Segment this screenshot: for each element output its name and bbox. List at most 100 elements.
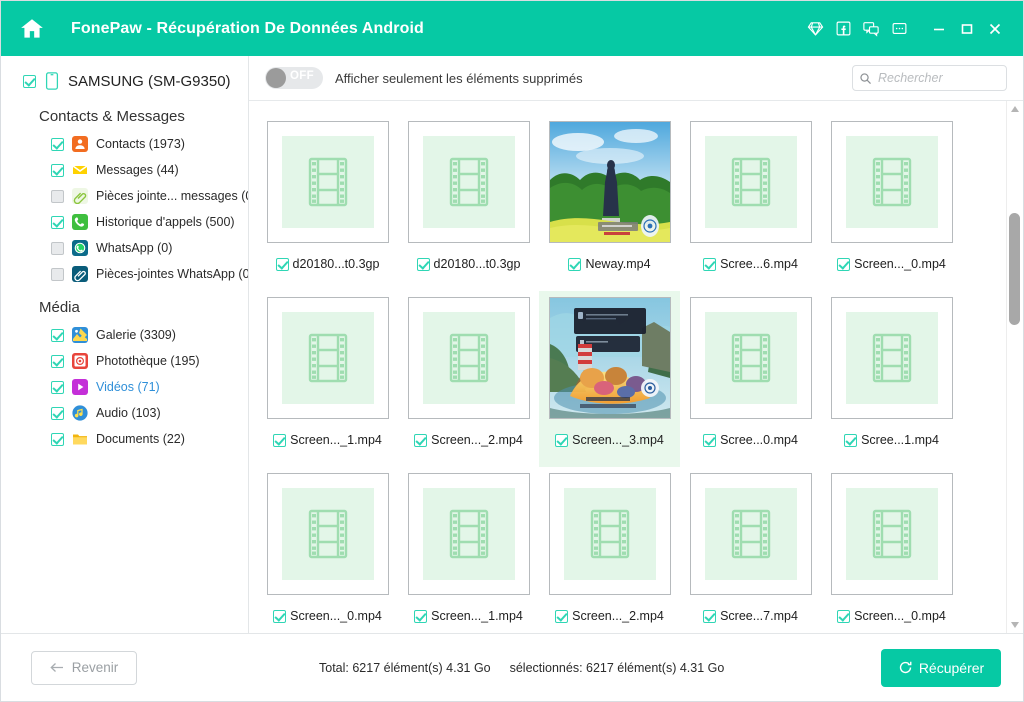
thumbnail-cell[interactable]: Scree...0.mp4 [680, 291, 821, 467]
home-icon[interactable] [19, 16, 45, 42]
video-placeholder-thumbnail[interactable] [830, 473, 953, 595]
recover-button[interactable]: Récupérer [881, 648, 1001, 687]
thumbnail-caption: Scree...1.mp4 [844, 433, 939, 447]
thumbnail-cell[interactable]: d20180...t0.3gp [398, 115, 539, 291]
thumbnail-checkbox[interactable] [555, 433, 569, 447]
thumbnail-caption: Scree...0.mp4 [703, 433, 798, 447]
sidebar-item-1[interactable]: Galerie (3309) [1, 322, 248, 348]
thumbnail-checkbox[interactable] [414, 433, 428, 447]
video-placeholder-thumbnail[interactable] [830, 121, 953, 243]
thumbnail-checkbox[interactable] [703, 433, 717, 447]
thumbnail-cell[interactable]: Screen..._0.mp4 [821, 115, 962, 291]
search-box[interactable] [852, 65, 1007, 91]
sidebar-item-6[interactable]: Pièces-jointes WhatsApp (0) [1, 261, 248, 287]
sidebar-item-2[interactable]: Messages (44) [1, 157, 248, 183]
video-placeholder-thumbnail[interactable] [407, 473, 530, 595]
scrollbar-thumb[interactable] [1009, 213, 1020, 325]
sidebar-item-checkbox[interactable] [51, 241, 64, 255]
video-placeholder-thumbnail[interactable] [407, 121, 530, 243]
thumbnail-cell[interactable]: Neway.mp4 [539, 115, 680, 291]
gallery-icon [72, 327, 88, 343]
grid-scrollbar[interactable] [1006, 101, 1021, 633]
thumbnail-cell[interactable]: d20180...t0.3gp [257, 115, 398, 291]
thumbnail-cell[interactable]: Scree...7.mp4 [680, 467, 821, 633]
thumbnail-checkbox[interactable] [837, 257, 851, 271]
more-icon[interactable] [885, 14, 913, 44]
thumbnail-checkbox[interactable] [414, 609, 428, 623]
scroll-up-arrow-icon[interactable] [1007, 101, 1022, 117]
video-preview-thumbnail[interactable] [548, 297, 671, 419]
sidebar-item-checkbox[interactable] [51, 267, 64, 281]
film-strip-icon [422, 488, 515, 580]
minimize-button[interactable] [925, 14, 953, 44]
sidebar-item-checkbox[interactable] [51, 163, 64, 177]
sidebar-item-checkbox[interactable] [51, 137, 64, 151]
thumbnail-filename: Screen..._0.mp4 [854, 609, 946, 623]
sidebar-item-1[interactable]: Contacts (1973) [1, 131, 248, 157]
video-placeholder-thumbnail[interactable] [266, 297, 389, 419]
messages-icon [72, 162, 88, 178]
sidebar-item-4[interactable]: Historique d'appels (500) [1, 209, 248, 235]
thumbnail-checkbox[interactable] [568, 257, 582, 271]
sidebar-item-3[interactable]: Vidéos (71) [1, 374, 248, 400]
thumbnail-cell[interactable]: Screen..._1.mp4 [257, 291, 398, 467]
video-placeholder-thumbnail[interactable] [548, 473, 671, 595]
close-button[interactable] [981, 14, 1009, 44]
thumbnail-cell[interactable]: Screen..._0.mp4 [821, 467, 962, 633]
sidebar-group-title: Contacts & Messages [39, 108, 185, 125]
application-window: FonePaw - Récupération De Données Androi… [0, 0, 1024, 702]
thumbnail-cell[interactable]: Screen..._3.mp4 [539, 291, 680, 467]
device-checkbox[interactable] [23, 74, 36, 88]
sidebar-item-checkbox[interactable] [51, 406, 64, 420]
sidebar-item-4[interactable]: Audio (103) [1, 400, 248, 426]
thumbnail-checkbox[interactable] [844, 433, 858, 447]
video-preview-thumbnail[interactable] [548, 121, 671, 243]
sidebar-item-checkbox[interactable] [51, 432, 64, 446]
thumbnail-checkbox[interactable] [273, 609, 287, 623]
video-placeholder-thumbnail[interactable] [266, 121, 389, 243]
sidebar-item-3[interactable]: Pièces jointe... messages (0) [1, 183, 248, 209]
facebook-icon[interactable] [829, 14, 857, 44]
film-strip-icon [422, 136, 515, 228]
sidebar-groups: Contacts & Messages Contacts (1973) Messag… [1, 96, 248, 452]
thumbnail-checkbox[interactable] [275, 257, 289, 271]
video-placeholder-thumbnail[interactable] [407, 297, 530, 419]
video-placeholder-thumbnail[interactable] [830, 297, 953, 419]
sidebar-item-label: Galerie (3309) [96, 328, 176, 342]
thumbnail-filename: Screen..._2.mp4 [572, 609, 664, 623]
sidebar-item-checkbox[interactable] [51, 354, 64, 368]
feedback-icon[interactable] [857, 14, 885, 44]
video-placeholder-thumbnail[interactable] [689, 121, 812, 243]
sidebar-item-2[interactable]: Photothèque (195) [1, 348, 248, 374]
thumbnail-checkbox[interactable] [837, 609, 851, 623]
thumbnail-checkbox[interactable] [703, 257, 717, 271]
sidebar-item-checkbox[interactable] [51, 328, 64, 342]
thumbnail-cell[interactable]: Screen..._2.mp4 [539, 467, 680, 633]
sidebar-item-5[interactable]: Documents (22) [1, 426, 248, 452]
scroll-down-arrow-icon[interactable] [1007, 617, 1022, 633]
sidebar-item-checkbox[interactable] [51, 215, 64, 229]
thumbnail-cell[interactable]: Screen..._2.mp4 [398, 291, 539, 467]
diamond-icon[interactable] [801, 14, 829, 44]
thumbnail-checkbox[interactable] [555, 609, 569, 623]
thumbnail-checkbox[interactable] [416, 257, 430, 271]
sidebar-item-5[interactable]: WhatsApp (0) [1, 235, 248, 261]
sidebar-device-row[interactable]: SAMSUNG (SM-G9350) [1, 66, 248, 96]
thumbnail-cell[interactable]: Screen..._1.mp4 [398, 467, 539, 633]
thumbnail-checkbox[interactable] [273, 433, 287, 447]
video-placeholder-thumbnail[interactable] [689, 297, 812, 419]
show-deleted-only-toggle[interactable]: OFF [265, 67, 323, 89]
video-placeholder-thumbnail[interactable] [689, 473, 812, 595]
thumbnail-checkbox[interactable] [703, 609, 717, 623]
thumbnail-cell[interactable]: Scree...1.mp4 [821, 291, 962, 467]
content-panel: OFF Afficher seulement les éléments supp… [249, 56, 1023, 633]
back-button[interactable]: Revenir [31, 650, 137, 685]
thumbnail-cell[interactable]: Scree...6.mp4 [680, 115, 821, 291]
sidebar-item-checkbox[interactable] [51, 380, 64, 394]
film-strip-icon [704, 136, 797, 228]
thumbnail-cell[interactable]: Screen..._0.mp4 [257, 467, 398, 633]
video-placeholder-thumbnail[interactable] [266, 473, 389, 595]
maximize-button[interactable] [953, 14, 981, 44]
sidebar-item-checkbox[interactable] [51, 189, 64, 203]
search-input[interactable] [878, 71, 1000, 85]
